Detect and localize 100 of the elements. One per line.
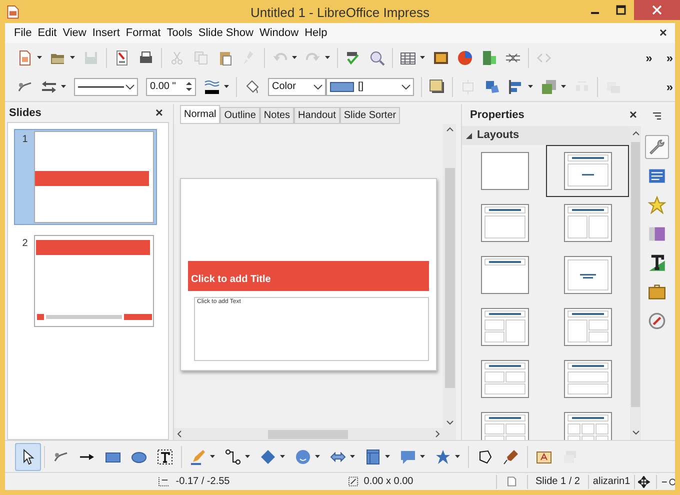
fill-color-dropdown[interactable]: [] [326,78,414,96]
framed-letter-icon [536,448,552,464]
expand-triangle-icon [466,132,472,138]
document-icon [17,50,33,66]
view-tab[interactable]: Notes [260,107,294,124]
smiley-icon [295,448,311,464]
panel-icon [365,448,381,464]
scroll-left-icon [176,430,184,438]
gallery-tab[interactable] [645,193,669,217]
dropdown-caret-icon [37,56,42,59]
text-frame-icon [157,448,173,464]
dropdown-caret-icon [315,455,320,458]
menu-item[interactable]: Edit [34,24,60,42]
spin-arrows-icon [185,81,193,92]
line-width-field[interactable]: 0.00 " [146,78,196,96]
document-status-icon [506,476,517,487]
pencil-icon [190,448,206,464]
close-panel-button[interactable]: × [629,105,637,125]
scrollbar-thumb[interactable] [444,168,454,388]
size-icon [348,476,360,487]
dropdown-caret-icon [61,85,66,88]
shadow-square-icon [429,78,445,94]
layout-thumbnail-icon [480,204,528,242]
sidebar-menu-icon [651,110,663,122]
dropdown-caret-icon [528,85,533,88]
align-bars-icon [508,78,524,94]
cursor-position: -0.17 / -2.55 [176,475,231,489]
maximize-icon [616,5,626,15]
slide-counter: Slide 1 / 2 [535,475,580,489]
dropdown-caret-icon [292,56,297,59]
menu-item[interactable]: Format [122,24,164,42]
close-icon [652,5,662,15]
dropdown-caret-icon [325,56,330,59]
impress-app-icon [6,4,20,18]
pdf-document-icon [114,50,130,66]
paint-bucket-icon [244,78,260,94]
position-icon [158,476,170,487]
dropdown-caret-icon [280,455,285,458]
move-icon [638,476,650,488]
slide-thumbnail-item[interactable]: 1 [14,129,157,225]
star-icon [648,196,666,214]
polygon-icon [477,448,493,464]
section-header[interactable]: Layouts [462,126,630,145]
window-title: Untitled 1 - LibreOffice Impress [250,5,430,20]
image-icon [433,50,449,66]
close-panel-button[interactable]: × [155,103,163,123]
table-icon [400,50,416,66]
line-style-dropdown[interactable] [74,78,138,96]
dropdown-caret-icon [420,455,425,458]
title-placeholder[interactable]: Click to add Title [188,261,429,291]
layout-thumbnail-icon [564,152,612,190]
speech-bubble-icon [400,448,416,464]
wrench-icon [648,138,666,156]
menu-item[interactable]: Help [302,24,330,42]
layout-thumbnail-icon [480,412,528,440]
properties-tab[interactable] [645,135,669,159]
menu-item[interactable]: Tools [164,24,196,42]
magnifier-icon [369,50,385,66]
area-style-dropdown[interactable]: Color [268,78,326,96]
overflow-button[interactable]: » [646,48,652,66]
view-tab[interactable]: Normal [180,105,220,124]
pen-nib-icon [503,448,519,464]
dropdown-caret-icon [385,455,390,458]
dropdown-caret-icon [420,56,425,59]
scroll-down-icon [446,418,454,426]
close-button[interactable] [634,0,680,20]
horizontal-scrollbar[interactable] [174,428,443,440]
minimize-icon [591,12,599,14]
scrollbar-thumb[interactable] [631,142,640,407]
layout-thumbnail-icon [480,360,528,398]
menu-item[interactable]: Window [256,24,302,42]
view-tab[interactable]: Handout [294,107,340,124]
close-document-button[interactable]: × [659,23,667,43]
vertical-scrollbar[interactable] [443,124,456,440]
checkmark-icon [345,50,361,66]
menu-item[interactable]: File [11,24,35,42]
layout-thumbnail-icon [564,256,612,294]
dropdown-caret-icon [561,85,566,88]
overflow-button[interactable]: » [666,78,673,96]
arrow-lines-icon [41,78,57,94]
layout-thumbnail-icon [564,360,612,398]
menu-item[interactable]: Slide Show [195,24,256,42]
view-tab[interactable]: Outline [220,107,260,124]
select-button[interactable] [15,442,41,470]
layout-option[interactable] [546,145,629,197]
scroll-up-icon [446,126,454,134]
menu-item[interactable]: View [60,24,90,42]
dropdown-caret-icon [224,85,229,88]
scroll-up-icon [632,130,640,138]
dropdown-caret-icon [245,455,250,458]
briefcase-icon [648,283,666,301]
scrollbar-thumb[interactable] [268,430,348,438]
vertical-scrollbar[interactable] [630,126,641,440]
scroll-down-icon [632,428,640,436]
overflow-button[interactable]: » [666,48,673,66]
connector-icon [225,448,241,464]
printer-icon [138,50,154,66]
view-tab[interactable]: Slide Sorter [340,107,400,124]
diamond-icon [260,448,276,464]
menu-item[interactable]: Insert [89,24,123,42]
